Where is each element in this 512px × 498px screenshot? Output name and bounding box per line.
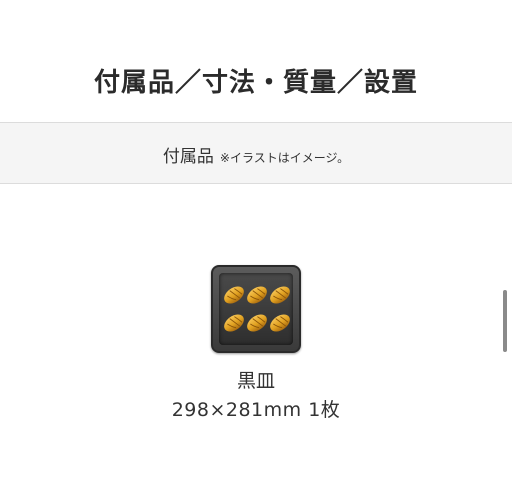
illustration-note: ※イラストはイメージ。 <box>219 151 350 165</box>
item-name: 黒皿 <box>236 370 275 392</box>
croissants-icon <box>220 282 293 336</box>
tray-surface <box>219 273 293 345</box>
item-spec: 298×281mm 1枚 <box>171 399 341 421</box>
black-tray-icon <box>211 265 301 353</box>
accessories-label: 付属品 <box>162 147 214 167</box>
accessories-band-text: 付属品 ※イラストはイメージ。 <box>0 142 512 167</box>
page: 付属品／寸法・質量／設置 付属品 ※イラストはイメージ。 黒皿 298×281m… <box>0 0 512 498</box>
section-title: 付属品／寸法・質量／設置 <box>93 68 418 98</box>
accessories-band: 付属品 ※イラストはイメージ。 <box>0 122 512 184</box>
scrollbar-thumb[interactable] <box>503 290 507 352</box>
